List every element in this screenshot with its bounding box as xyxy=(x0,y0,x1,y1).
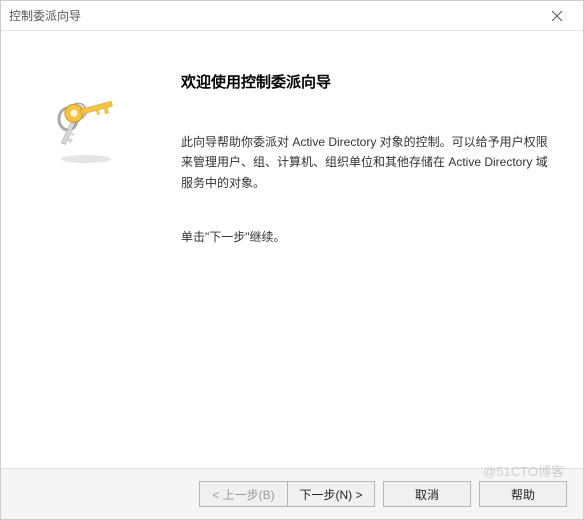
cancel-button[interactable]: 取消 xyxy=(383,481,471,507)
wizard-footer: < 上一步(B) 下一步(N) > 取消 帮助 xyxy=(1,468,583,519)
help-button[interactable]: 帮助 xyxy=(479,481,567,507)
next-button[interactable]: 下一步(N) > xyxy=(287,481,375,507)
close-icon xyxy=(552,11,562,21)
close-button[interactable] xyxy=(539,1,575,30)
wizard-main: 欢迎使用控制委派向导 此向导帮助你委派对 Active Directory 对象… xyxy=(171,31,583,468)
wizard-instruction: 单击"下一步"继续。 xyxy=(181,228,553,245)
wizard-window: 控制委派向导 xyxy=(0,0,584,520)
back-button: < 上一步(B) xyxy=(199,481,287,507)
wizard-description: 此向导帮助你委派对 Active Directory 对象的控制。可以给予用户权… xyxy=(181,132,553,193)
window-title: 控制委派向导 xyxy=(9,7,539,24)
keys-icon xyxy=(46,91,126,176)
titlebar: 控制委派向导 xyxy=(1,1,583,31)
nav-button-group: < 上一步(B) 下一步(N) > xyxy=(199,481,375,507)
wizard-sidebar xyxy=(1,31,171,468)
wizard-heading: 欢迎使用控制委派向导 xyxy=(181,71,553,92)
wizard-content: 欢迎使用控制委派向导 此向导帮助你委派对 Active Directory 对象… xyxy=(1,31,583,468)
